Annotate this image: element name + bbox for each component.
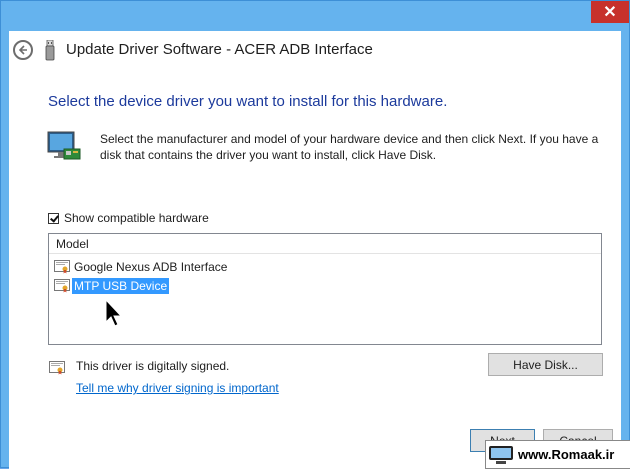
close-button[interactable]: ✕ (591, 1, 629, 23)
close-icon: ✕ (603, 4, 617, 21)
dialog-header: Update Driver Software - ACER ADB Interf… (9, 31, 621, 71)
show-compatible-label: Show compatible hardware (64, 211, 209, 225)
watermark-badge: www.Romaak.ir (485, 440, 630, 469)
list-item-label: MTP USB Device (72, 278, 170, 294)
show-compatible-row: Show compatible hardware (48, 211, 209, 225)
page-heading: Select the device driver you want to ins… (48, 93, 448, 110)
back-button[interactable] (13, 40, 33, 60)
mouse-cursor-icon (105, 299, 123, 327)
watermark-text: www.Romaak.ir (518, 447, 615, 462)
dialog-window: ✕ Update Driver Software - ACER ADB Inte… (0, 0, 630, 469)
window-title: Update Driver Software - ACER ADB Interf… (66, 41, 373, 58)
have-disk-button[interactable]: Have Disk... (488, 353, 603, 376)
show-compatible-checkbox[interactable] (48, 212, 59, 224)
certificate-icon (49, 361, 65, 375)
list-item[interactable]: Google Nexus ADB Interface (54, 258, 229, 276)
certificate-icon (54, 260, 70, 274)
usb-plug-icon (45, 40, 55, 61)
back-arrow-icon (18, 45, 27, 55)
monitor-hardware-icon (47, 131, 81, 160)
model-list[interactable]: Model Google Nexus ADB Interface MTP USB… (48, 233, 602, 345)
list-item-label: Google Nexus ADB Interface (74, 260, 228, 274)
model-column-header[interactable]: Model (49, 234, 601, 254)
dialog-content: Update Driver Software - ACER ADB Interf… (9, 31, 621, 469)
signing-status-text: This driver is digitally signed. (76, 359, 230, 373)
certificate-icon (54, 279, 70, 293)
driver-signing-link[interactable]: Tell me why driver signing is important (76, 381, 279, 395)
instruction-text: Select the manufacturer and model of you… (100, 132, 599, 162)
watermark-logo-icon (489, 445, 513, 464)
list-item[interactable]: MTP USB Device (54, 277, 170, 295)
